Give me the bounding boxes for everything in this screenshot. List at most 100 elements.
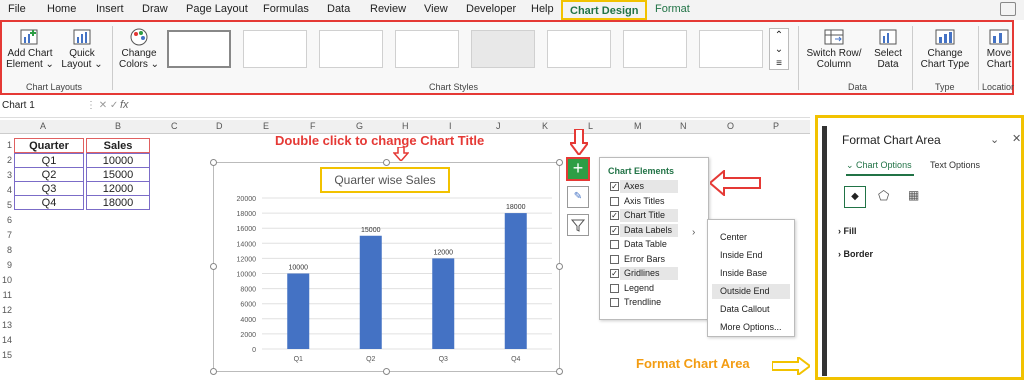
data-label-option[interactable]: Outside End bbox=[712, 284, 790, 299]
column-header[interactable]: H bbox=[402, 121, 409, 131]
checkbox[interactable] bbox=[610, 240, 619, 249]
tab-home[interactable]: Home bbox=[47, 3, 76, 15]
fill-line-icon[interactable]: ◆ bbox=[844, 186, 866, 208]
checkbox[interactable] bbox=[610, 254, 619, 264]
column-header[interactable]: O bbox=[727, 121, 734, 131]
checkbox[interactable]: ✓ bbox=[610, 211, 619, 220]
fill-section[interactable]: › Fill bbox=[838, 226, 857, 236]
add-chart-element-button[interactable]: Add Chart Element ⌄ bbox=[6, 28, 54, 70]
chart-styles-button[interactable]: ✎ bbox=[567, 186, 589, 208]
chart-style-7[interactable] bbox=[623, 30, 687, 68]
table-cell[interactable]: 15000 bbox=[86, 167, 150, 182]
row-header[interactable]: 6 bbox=[0, 215, 12, 225]
row-header[interactable]: 11 bbox=[0, 290, 12, 300]
data-label-option[interactable]: Data Callout bbox=[712, 302, 790, 317]
column-header[interactable]: K bbox=[542, 121, 548, 131]
tab-help[interactable]: Help bbox=[531, 3, 554, 15]
bar[interactable] bbox=[432, 258, 455, 349]
row-header[interactable]: 1 bbox=[0, 140, 12, 150]
column-header[interactable]: J bbox=[496, 121, 501, 131]
row-header[interactable]: 5 bbox=[0, 200, 12, 210]
name-box[interactable]: Chart 1 bbox=[2, 100, 82, 114]
pane-splitter[interactable] bbox=[822, 126, 827, 376]
table-cell[interactable]: Q2 bbox=[14, 167, 84, 182]
column-header[interactable]: B bbox=[115, 121, 121, 131]
tab-developer[interactable]: Developer bbox=[466, 3, 516, 15]
row-header[interactable]: 13 bbox=[0, 320, 12, 330]
data-label-option[interactable]: Center bbox=[712, 230, 790, 245]
bar[interactable] bbox=[504, 213, 527, 349]
row-header[interactable]: 7 bbox=[0, 230, 12, 240]
header-cell-sales[interactable]: Sales bbox=[86, 138, 150, 153]
column-header[interactable]: F bbox=[310, 121, 316, 131]
row-header[interactable]: 8 bbox=[0, 245, 12, 255]
tab-chart-design[interactable]: Chart Design bbox=[561, 0, 648, 20]
select-data-button[interactable]: Select Data bbox=[868, 28, 908, 70]
chart-style-1[interactable] bbox=[167, 30, 231, 68]
checkbox[interactable] bbox=[610, 196, 619, 206]
chart-style-8[interactable] bbox=[699, 30, 763, 68]
tab-chart-options[interactable]: ⌄ Chart Options bbox=[846, 160, 912, 171]
row-header[interactable]: 10 bbox=[0, 275, 12, 285]
row-header[interactable]: 12 bbox=[0, 305, 12, 315]
chart-style-5[interactable] bbox=[471, 30, 535, 68]
column-header[interactable]: N bbox=[680, 121, 687, 131]
row-header[interactable]: 3 bbox=[0, 170, 12, 180]
data-label[interactable]: 15000 bbox=[361, 227, 381, 234]
column-header[interactable]: M bbox=[634, 121, 642, 131]
table-cell[interactable]: Q1 bbox=[14, 153, 84, 168]
tab-view[interactable]: View bbox=[424, 3, 448, 15]
tab-review[interactable]: Review bbox=[370, 3, 406, 15]
tab-data[interactable]: Data bbox=[327, 3, 350, 15]
checkbox[interactable] bbox=[610, 298, 619, 307]
column-header[interactable]: D bbox=[216, 121, 223, 131]
resize-handle[interactable] bbox=[556, 159, 563, 166]
row-header[interactable]: 14 bbox=[0, 335, 12, 345]
comments-icon[interactable] bbox=[1000, 2, 1016, 16]
formula-input[interactable] bbox=[150, 99, 800, 115]
tab-draw[interactable]: Draw bbox=[142, 3, 168, 15]
data-label-option[interactable]: Inside End bbox=[712, 248, 790, 263]
column-header[interactable]: P bbox=[773, 121, 779, 131]
resize-handle[interactable] bbox=[210, 159, 217, 166]
resize-handle[interactable] bbox=[210, 263, 217, 270]
resize-handle[interactable] bbox=[556, 263, 563, 270]
change-chart-type-button[interactable]: Change Chart Type bbox=[914, 28, 976, 70]
change-colors-button[interactable]: Change Colors ⌄ bbox=[116, 28, 162, 70]
column-header[interactable]: E bbox=[263, 121, 269, 131]
chart-area[interactable]: Quarter wise Sales 0 2000 4000 6000 8000 1000… bbox=[213, 162, 560, 372]
row-header[interactable]: 4 bbox=[0, 185, 12, 195]
checkbox[interactable] bbox=[610, 283, 619, 293]
tab-page-layout[interactable]: Page Layout bbox=[186, 3, 248, 15]
data-label[interactable]: 12000 bbox=[434, 249, 454, 256]
row-header[interactable]: 9 bbox=[0, 260, 12, 270]
tab-text-options[interactable]: Text Options bbox=[930, 160, 980, 170]
chart-style-4[interactable] bbox=[395, 30, 459, 68]
effects-icon[interactable]: ⬠ bbox=[878, 188, 889, 204]
table-cell[interactable]: 12000 bbox=[86, 181, 150, 196]
table-cell[interactable]: 18000 bbox=[86, 195, 150, 210]
chart-elements-button[interactable]: + bbox=[566, 157, 590, 181]
size-properties-icon[interactable]: ▦ bbox=[908, 188, 919, 202]
column-header[interactable]: I bbox=[449, 121, 452, 131]
resize-handle[interactable] bbox=[383, 159, 390, 166]
data-label[interactable]: 18000 bbox=[506, 204, 526, 211]
resize-handle[interactable] bbox=[210, 368, 217, 375]
border-section[interactable]: › Border bbox=[838, 249, 873, 259]
resize-handle[interactable] bbox=[383, 368, 390, 375]
chart-filters-button[interactable] bbox=[567, 214, 589, 236]
column-header[interactable]: G bbox=[356, 121, 363, 131]
checkbox[interactable]: ✓ bbox=[610, 225, 619, 235]
table-cell[interactable]: 10000 bbox=[86, 153, 150, 168]
tab-insert[interactable]: Insert bbox=[96, 3, 124, 15]
tab-formulas[interactable]: Formulas bbox=[263, 3, 309, 15]
header-cell-quarter[interactable]: Quarter bbox=[14, 138, 84, 153]
column-header[interactable]: L bbox=[588, 121, 593, 131]
row-header[interactable]: 15 bbox=[0, 350, 12, 360]
tab-format[interactable]: Format bbox=[655, 3, 690, 15]
tab-file[interactable]: File bbox=[8, 3, 26, 15]
fx-icon[interactable]: fx bbox=[120, 99, 129, 111]
chart-style-2[interactable] bbox=[243, 30, 307, 68]
chevron-down-icon[interactable]: ⌄ bbox=[990, 133, 999, 146]
checkbox[interactable]: ✓ bbox=[610, 269, 619, 278]
